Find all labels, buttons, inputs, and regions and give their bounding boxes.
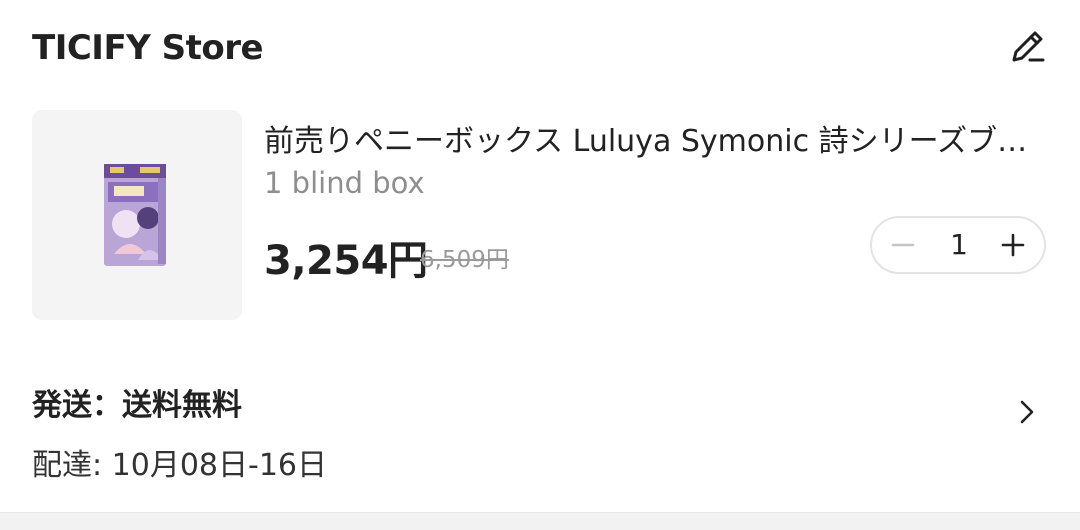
delivery-estimate: 配達: 10月08日-16日 — [32, 448, 327, 483]
shipping-label: 発送：送料無料 — [32, 388, 242, 423]
section-divider — [0, 512, 1080, 530]
product-thumbnail[interactable] — [32, 110, 242, 320]
quantity-stepper: 1 — [870, 216, 1046, 274]
original-price: 6,509円 — [420, 247, 509, 273]
increase-quantity-button[interactable] — [984, 218, 1042, 272]
store-name[interactable]: TICIFY Store — [32, 28, 264, 68]
decrease-quantity-button[interactable] — [874, 218, 932, 272]
quantity-value[interactable]: 1 — [930, 218, 988, 272]
blind-box-image — [104, 164, 166, 266]
store-header: TICIFY Store — [32, 22, 1050, 78]
cart-item: 前売りペニーボックス Luluya Symonic 詩シリーズブラインドボックス… — [32, 110, 1050, 322]
shipping-row[interactable]: 発送：送料無料 配達: 10月08日-16日 — [32, 372, 1050, 492]
chevron-right-icon[interactable] — [1014, 396, 1040, 428]
product-variant[interactable]: 1 blind box — [264, 166, 425, 200]
plus-icon — [1000, 232, 1026, 258]
edit-button[interactable] — [1008, 26, 1048, 66]
product-title[interactable]: 前売りペニーボックス Luluya Symonic 詩シリーズブラインドボックス — [264, 116, 1036, 160]
product-price: 3,254円 — [264, 238, 428, 284]
minus-icon — [890, 232, 916, 258]
pencil-icon — [1008, 26, 1048, 66]
